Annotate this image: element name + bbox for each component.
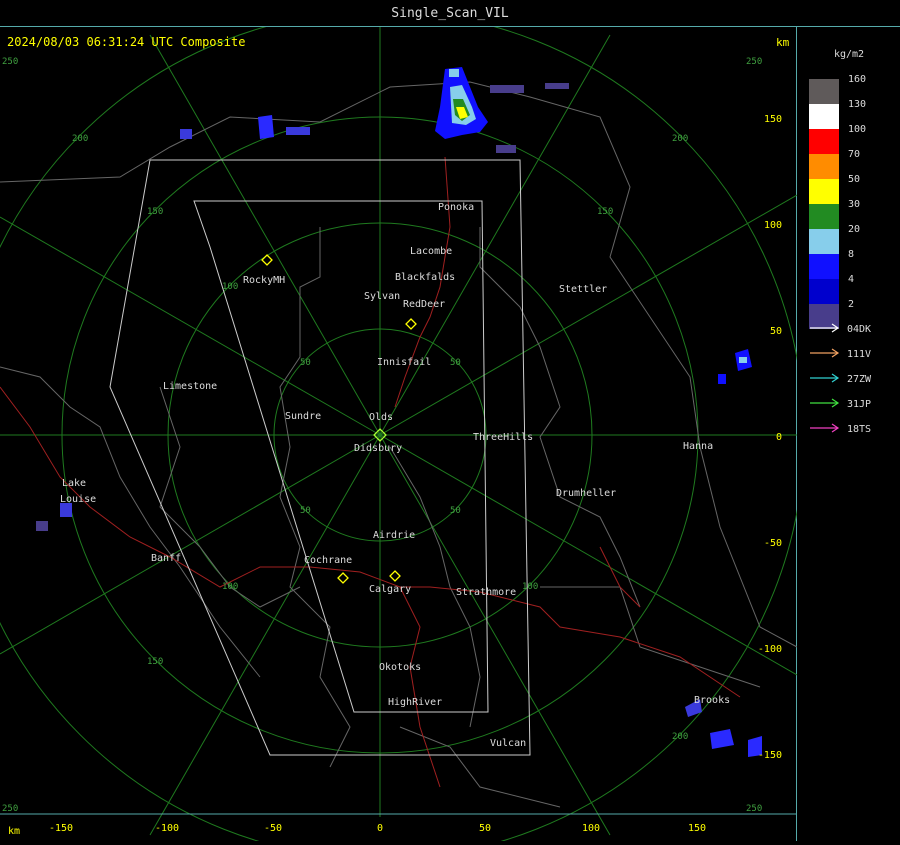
town-blackfalds: Blackfalds xyxy=(395,272,455,283)
y-tick-neg100: -100 xyxy=(758,644,782,655)
ring-label-50-sw: 50 xyxy=(300,506,311,516)
town-limestone: Limestone xyxy=(163,381,217,392)
track-legend: 04DK 111V 27ZW 31JP 18TS xyxy=(810,323,872,435)
ring-label-250-se: 250 xyxy=(746,804,762,814)
x-tick-100: 100 xyxy=(582,823,600,834)
ring-label-100-nw: 100 xyxy=(222,282,238,292)
rivers xyxy=(0,156,741,788)
ring-label-200-se: 200 xyxy=(672,732,688,742)
town-rockymh: RockyMH xyxy=(243,275,285,286)
track-label: 04DK xyxy=(847,324,871,335)
x-tick-neg150: -150 xyxy=(49,823,73,834)
town-drumheller: Drumheller xyxy=(556,488,616,499)
scale-label: 4 xyxy=(848,274,854,285)
ring-label-150-sw: 150 xyxy=(147,657,163,667)
range-grid xyxy=(0,10,805,845)
scale-label: 100 xyxy=(848,124,866,135)
scale-swatch xyxy=(809,179,839,204)
town-airdrie: Airdrie xyxy=(373,530,415,541)
y-tick-50: 50 xyxy=(770,326,782,337)
x-tick-150: 150 xyxy=(688,823,706,834)
town-innisfail: Innisfail xyxy=(377,357,431,368)
x-tick-0: 0 xyxy=(377,823,383,834)
ring-label-100-se: 100 xyxy=(522,582,538,592)
color-scale: 160 130 100 70 50 30 20 8 4 2 xyxy=(809,74,866,329)
town-banff: Banff xyxy=(151,553,181,564)
scale-label: 20 xyxy=(848,224,860,235)
town-olds: Olds xyxy=(369,412,393,423)
scale-swatch xyxy=(809,104,839,129)
town-vulcan: Vulcan xyxy=(490,738,526,749)
town-threehills: ThreeHills xyxy=(473,432,533,443)
map-svg: Ponoka Lacombe Blackfalds RockyMH Sylvan… xyxy=(0,10,805,845)
town-lake: Lake xyxy=(62,478,86,489)
y-tick-100: 100 xyxy=(764,220,782,231)
scale-label: 2 xyxy=(848,299,854,310)
ring-label-200-ne: 200 xyxy=(672,134,688,144)
x-tick-neg100: -100 xyxy=(155,823,179,834)
town-strathmore: Strathmore xyxy=(456,587,516,598)
town-lacombe: Lacombe xyxy=(410,246,452,257)
scale-label: 50 xyxy=(848,174,860,185)
window-title: Single_Scan_VIL xyxy=(0,0,900,27)
town-louise: Louise xyxy=(60,494,96,505)
ring-label-150-nw: 150 xyxy=(147,207,163,217)
scale-label: 30 xyxy=(848,199,860,210)
scale-swatch xyxy=(809,79,839,104)
km-label-top: km xyxy=(776,36,790,49)
town-reddeer: RedDeer xyxy=(403,299,445,310)
track-label: 111V xyxy=(847,349,871,360)
radar-window: Single_Scan_VIL Ponoka Lacombe Blackfald… xyxy=(0,0,900,845)
scale-swatch xyxy=(809,279,839,304)
scale-swatch xyxy=(809,229,839,254)
town-hanna: Hanna xyxy=(683,441,713,452)
ring-label-100-sw: 100 xyxy=(222,582,238,592)
track-label: 18TS xyxy=(847,424,871,435)
radar-map[interactable]: Ponoka Lacombe Blackfalds RockyMH Sylvan… xyxy=(0,10,805,845)
town-ponoka: Ponoka xyxy=(438,202,474,213)
ring-label-50-ne: 50 xyxy=(450,358,461,368)
scale-label: 160 xyxy=(848,74,866,85)
x-tick-neg50: -50 xyxy=(264,823,282,834)
town-sylvan: Sylvan xyxy=(364,291,400,302)
y-tick-150: 150 xyxy=(764,114,782,125)
ring-label-250-ne: 250 xyxy=(746,57,762,67)
scale-label: 8 xyxy=(848,249,854,260)
scale-label: 130 xyxy=(848,99,866,110)
track-label: 31JP xyxy=(847,399,871,410)
town-stettler: Stettler xyxy=(559,284,607,295)
legend-unit: kg/m2 xyxy=(833,49,865,60)
x-axis-ticks: km -150 -100 -50 0 50 100 150 xyxy=(8,823,706,837)
y-tick-neg150: -150 xyxy=(758,750,782,761)
town-sundre: Sundre xyxy=(285,411,321,422)
town-brooks: Brooks xyxy=(694,695,730,706)
km-label-bottom: km xyxy=(8,826,20,837)
ring-label-50-se: 50 xyxy=(450,506,461,516)
precip-echoes xyxy=(36,67,762,757)
town-highriver: HighRiver xyxy=(388,697,442,708)
x-tick-50: 50 xyxy=(479,823,491,834)
ring-label-50-nw: 50 xyxy=(300,358,311,368)
scale-swatch xyxy=(809,129,839,154)
ring-label-150-ne: 150 xyxy=(597,207,613,217)
legend-svg: 160 130 100 70 50 30 20 8 4 2 04DK 111V 27ZW 31JP 18T… xyxy=(809,74,872,435)
ring-label-250-nw: 250 xyxy=(2,57,18,67)
ring-label-250-sw: 250 xyxy=(2,804,18,814)
legend-panel: kg/m2 160 130 100 70 50 30 20 8 4 2 04DK 111V 27ZW 3… xyxy=(798,27,900,841)
scale-swatch xyxy=(809,204,839,229)
town-didsbury: Didsbury xyxy=(354,443,402,454)
town-cochrane: Cochrane xyxy=(304,555,352,566)
y-tick-0: 0 xyxy=(776,432,782,443)
scale-label: 70 xyxy=(848,149,860,160)
town-okotoks: Okotoks xyxy=(379,662,421,673)
range-ring-200 xyxy=(0,10,805,845)
timestamp: 2024/08/03 06:31:24 UTC Composite xyxy=(7,35,245,49)
scale-swatch xyxy=(809,154,839,179)
y-tick-neg50: -50 xyxy=(764,538,782,549)
track-label: 27ZW xyxy=(847,374,872,385)
town-calgary: Calgary xyxy=(369,584,411,595)
ring-label-200-nw: 200 xyxy=(72,134,88,144)
scale-swatch xyxy=(809,254,839,279)
